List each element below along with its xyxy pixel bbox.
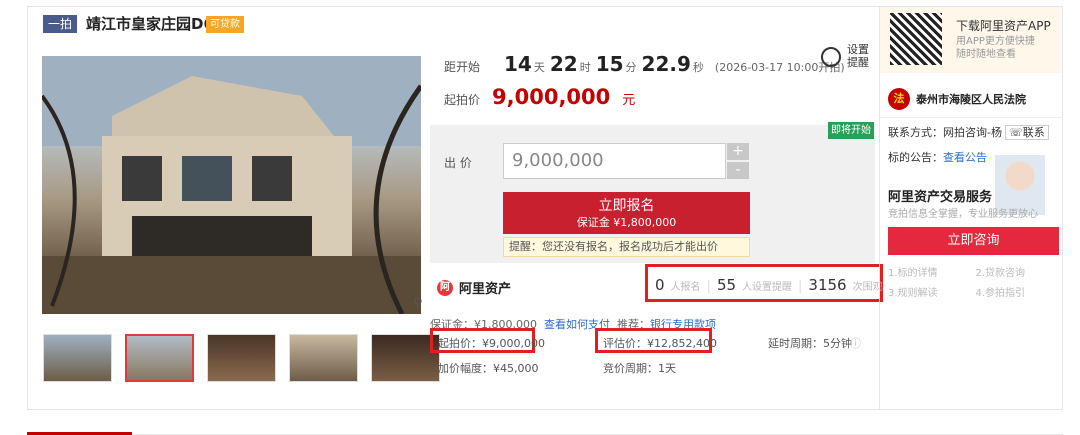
countdown: 距开始 14 天 22 时 15 分 22.9 秒 (2026-03-17 10… bbox=[444, 52, 845, 76]
app-line2: 随时随地查看 bbox=[956, 49, 1016, 60]
thumbnail[interactable] bbox=[43, 334, 112, 382]
consult-button[interactable]: 立即咨询 bbox=[888, 227, 1059, 255]
service-title: 阿里资产交易服务 bbox=[888, 190, 993, 205]
deposit-label: 保证金 ¥1,800,000 bbox=[576, 216, 677, 229]
service-item[interactable]: 4.参拍指引 bbox=[976, 284, 1064, 299]
detail-start-price: 起拍价：¥9,000,000 bbox=[438, 337, 545, 350]
seconds-unit: 秒 bbox=[692, 61, 704, 74]
contact-label: 联系方式：网拍咨询-杨 bbox=[888, 126, 1002, 139]
divider: | bbox=[706, 279, 711, 294]
detail-extension: 延时周期：5分钟 bbox=[768, 337, 852, 350]
page-title: 靖江市皇家庄园D6 bbox=[86, 15, 214, 33]
countdown-hours: 22 bbox=[549, 52, 578, 76]
thumbnail-strip bbox=[43, 334, 440, 382]
brand: 阿 阿里资产 bbox=[437, 278, 511, 297]
thumbnail-selected[interactable] bbox=[125, 334, 194, 382]
signup-warning: 提醒：您还没有报名，报名成功后才能出价 bbox=[503, 237, 750, 257]
start-price-label: 起拍价 bbox=[444, 93, 481, 107]
help-icon[interactable]: ⓘ bbox=[850, 335, 861, 351]
thumbnail[interactable] bbox=[289, 334, 358, 382]
decrease-button[interactable]: - bbox=[727, 162, 749, 179]
service-item[interactable]: 2.贷款咨询 bbox=[976, 264, 1064, 279]
app-line1: 用APP更方便快捷 bbox=[956, 36, 1035, 47]
signup-button[interactable]: 立即报名 保证金 ¥1,800,000 bbox=[503, 192, 750, 234]
notice-label: 标的公告： bbox=[888, 151, 943, 164]
contact-button-label: 联系 bbox=[1022, 126, 1045, 139]
reminder-line1: 设置 bbox=[847, 43, 869, 56]
court-info[interactable]: 法 泰州市海陵区人民法院 bbox=[880, 80, 1062, 118]
court-emblem-icon: 法 bbox=[888, 87, 910, 110]
signup-label: 立即报名 bbox=[598, 198, 655, 214]
app-title[interactable]: 下载阿里资产APP bbox=[956, 17, 1051, 34]
countdown-seconds: 22.9 bbox=[641, 52, 691, 76]
service-subtitle: 竞拍信息全掌握，专业服务更放心 bbox=[888, 209, 1038, 220]
phone-icon: ☏ bbox=[1008, 126, 1023, 139]
countdown-days: 14 bbox=[504, 52, 532, 76]
ali-asset-logo-icon: 阿 bbox=[437, 279, 453, 296]
start-price-value: 9,000,000 bbox=[492, 85, 611, 109]
lot-round-tag: 一拍 bbox=[43, 15, 77, 33]
stats-bar: 0 人报名 | 55 人设置提醒 | 3156 次围观 bbox=[655, 276, 883, 294]
start-price-unit: 元 bbox=[622, 93, 636, 108]
divider: | bbox=[798, 279, 803, 294]
countdown-minutes: 15 bbox=[595, 52, 624, 76]
loan-badge: 可贷款 bbox=[206, 16, 244, 33]
contact-line: 联系方式：网拍咨询-杨 ☏联系 bbox=[888, 124, 1049, 140]
reminder-count-label: 人设置提醒 bbox=[742, 282, 793, 293]
start-price: 起拍价 9,000,000 元 bbox=[444, 85, 635, 109]
hours-unit: 时 bbox=[579, 61, 591, 74]
brand-name: 阿里资产 bbox=[459, 282, 512, 297]
service-item[interactable]: 3.规则解读 bbox=[888, 284, 976, 299]
court-name: 泰州市海陵区人民法院 bbox=[916, 92, 1026, 106]
detail-auction-period: 竞价周期：1天 bbox=[603, 362, 676, 375]
main-photo[interactable] bbox=[42, 56, 421, 314]
service-item[interactable]: 1.标的详情 bbox=[888, 264, 976, 279]
detail-increment: 加价幅度：¥45,000 bbox=[438, 362, 539, 375]
detail-appraisal: 评估价：¥12,852,400 bbox=[603, 337, 717, 350]
increase-button[interactable]: + bbox=[727, 143, 749, 160]
signup-count: 0 bbox=[655, 276, 665, 294]
reminder-count: 55 bbox=[716, 276, 737, 294]
villa-image bbox=[42, 56, 421, 314]
days-unit: 天 bbox=[533, 61, 545, 74]
qr-code-icon bbox=[890, 13, 942, 65]
notice-line: 标的公告：查看公告 bbox=[888, 149, 987, 165]
signup-count-label: 人报名 bbox=[670, 282, 701, 293]
alarm-clock-icon[interactable] bbox=[821, 47, 841, 67]
thumbnail[interactable] bbox=[207, 334, 276, 382]
service-menu: 1.标的详情 2.贷款咨询 3.规则解读 4.参拍指引 bbox=[888, 264, 1063, 299]
countdown-label: 距开始 bbox=[444, 60, 481, 74]
reminder-line2: 提醒 bbox=[847, 56, 869, 69]
bid-label: 出 价 bbox=[444, 156, 472, 170]
contact-button[interactable]: ☏联系 bbox=[1004, 125, 1049, 140]
status-badge: 即将开始 bbox=[828, 122, 874, 139]
minutes-unit: 分 bbox=[625, 61, 637, 74]
notice-link[interactable]: 查看公告 bbox=[943, 151, 987, 164]
magnifier-icon[interactable]: ⚲ bbox=[413, 296, 423, 311]
bid-input[interactable]: 9,000,000 bbox=[503, 143, 726, 179]
set-reminder-button[interactable]: 设置 提醒 bbox=[847, 43, 871, 69]
view-count: 3156 bbox=[808, 276, 847, 294]
app-subtitle: 用APP更方便快捷 随时随地查看 bbox=[956, 35, 1035, 61]
